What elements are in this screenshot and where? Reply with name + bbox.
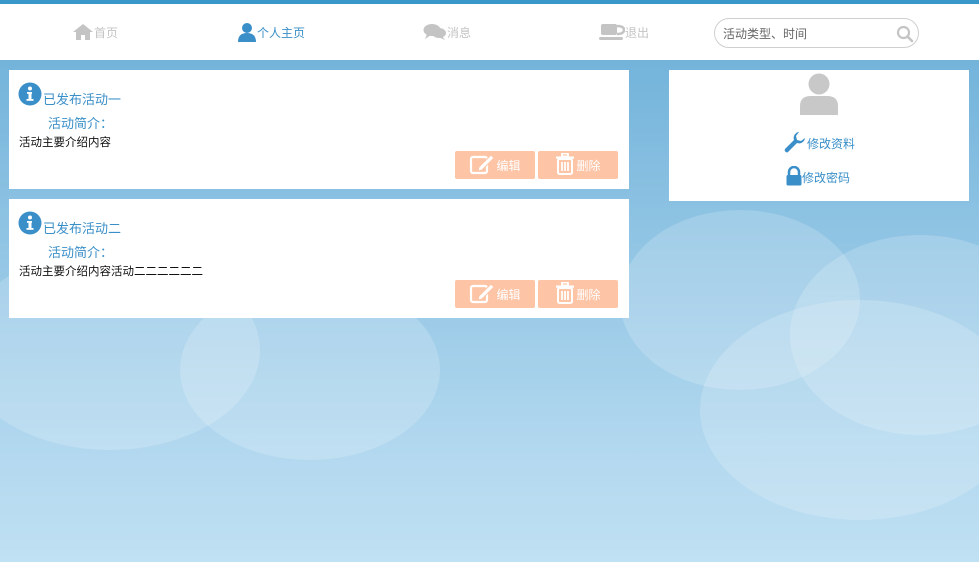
nav-profile[interactable]: 个人主页 <box>237 18 305 46</box>
home-icon <box>72 23 94 41</box>
activity-title[interactable]: 已发布活动二 <box>43 222 121 238</box>
edit-button[interactable]: 编辑 <box>455 151 535 179</box>
edit-button[interactable]: 编辑 <box>455 280 535 308</box>
activity-title[interactable]: 已发布活动一 <box>43 93 121 109</box>
nav-home-label: 首页 <box>94 25 119 40</box>
user-icon <box>237 22 257 42</box>
user-avatar-icon <box>799 73 839 118</box>
nav-logout[interactable]: 退出 <box>599 18 649 46</box>
avatar <box>799 73 839 118</box>
top-navigation: 首页 个人主页 消息 退出 <box>0 4 979 60</box>
nav-messages-label: 消息 <box>447 25 472 40</box>
profile-panel: 修改资料 修改密码 <box>669 70 969 201</box>
nav-profile-label: 个人主页 <box>257 25 306 40</box>
activity-intro-label: 活动简介： <box>48 246 114 261</box>
edit-profile-link[interactable]: 修改资料 <box>783 130 855 157</box>
change-password-label: 修改密码 <box>802 171 851 185</box>
delete-button-label: 删除 <box>576 158 601 173</box>
lock-icon <box>786 165 802 189</box>
search-input[interactable] <box>721 24 895 44</box>
delete-button[interactable]: 删除 <box>538 280 618 308</box>
edit-profile-label: 修改资料 <box>807 137 856 151</box>
wrench-icon <box>783 130 807 157</box>
change-password-link[interactable]: 修改密码 <box>786 165 851 189</box>
trash-icon <box>555 281 576 307</box>
activity-intro-text: 活动主要介绍内容活动二二二二二二 <box>19 264 203 278</box>
activity-card: 已发布活动二 活动简介： 活动主要介绍内容活动二二二二二二 编辑 删除 <box>9 199 629 318</box>
nav-home[interactable]: 首页 <box>72 18 118 46</box>
info-icon <box>18 211 42 238</box>
cup-icon <box>599 22 625 42</box>
activity-card: 已发布活动一 活动简介： 活动主要介绍内容 编辑 删除 <box>9 70 629 189</box>
nav-logout-label: 退出 <box>625 25 650 40</box>
delete-button-label: 删除 <box>576 287 601 302</box>
search-icon[interactable] <box>896 25 914 46</box>
edit-button-label: 编辑 <box>496 158 521 173</box>
activity-intro-label: 活动简介： <box>48 117 114 132</box>
delete-button[interactable]: 删除 <box>538 151 618 179</box>
info-icon <box>18 82 42 109</box>
edit-button-label: 编辑 <box>496 287 521 302</box>
edit-icon <box>469 282 496 307</box>
chat-icon <box>423 23 447 41</box>
search-box <box>714 18 919 48</box>
nav-messages[interactable]: 消息 <box>423 18 471 46</box>
trash-icon <box>555 152 576 178</box>
edit-icon <box>469 153 496 178</box>
activity-intro-text: 活动主要介绍内容 <box>19 135 111 149</box>
